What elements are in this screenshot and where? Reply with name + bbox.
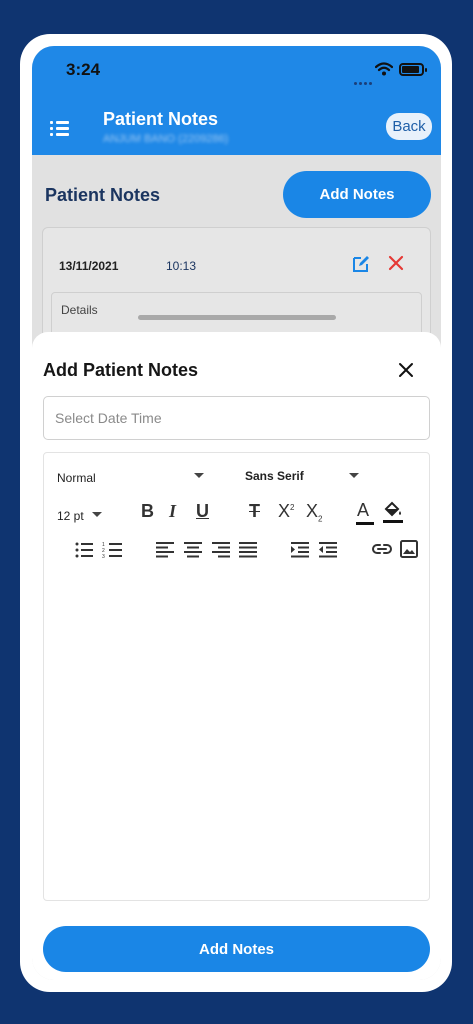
align-left-icon[interactable] (156, 542, 174, 558)
underline-icon[interactable]: U (196, 501, 209, 522)
text-color-bar (356, 522, 374, 525)
outdent-icon[interactable] (319, 542, 337, 558)
app-bar: Patient Notes ANJUM BANO (2209286) Back (32, 106, 441, 155)
app-title: Patient Notes (103, 109, 219, 129)
strikethrough-icon[interactable]: T (249, 501, 260, 522)
align-justify-icon[interactable] (239, 542, 257, 558)
battery-icon (399, 63, 427, 76)
add-notes-button[interactable]: Add Notes (283, 171, 431, 218)
menu-icon[interactable] (50, 118, 72, 140)
format-chevron-icon[interactable] (194, 473, 204, 478)
status-time: 3:24 (66, 60, 101, 79)
add-notes-sheet: Add Patient Notes Normal Sans Serif 12 p… (32, 315, 441, 980)
note-time: 10:13 (166, 259, 197, 273)
status-bar: 3:24 (32, 46, 441, 106)
sheet-drag-handle[interactable] (138, 315, 336, 320)
sheet-title: Add Patient Notes (43, 360, 199, 380)
close-icon[interactable] (398, 362, 414, 378)
signal-icon (354, 72, 374, 90)
size-select[interactable]: 12 pt (57, 509, 84, 523)
page-heading: Patient Notes (45, 185, 161, 205)
wifi-icon (375, 62, 393, 76)
numbered-list-icon[interactable]: 1 2 3 (102, 541, 122, 559)
fill-color-icon[interactable] (382, 499, 404, 525)
patient-name: ANJUM BANO (2209286) (103, 133, 229, 145)
details-label: Details (61, 303, 98, 317)
bold-icon[interactable]: B (141, 501, 154, 522)
font-select[interactable]: Sans Serif (245, 469, 304, 483)
subscript-icon[interactable]: X2 (306, 501, 322, 524)
image-icon[interactable] (400, 540, 418, 558)
note-date: 13/11/2021 (59, 259, 119, 273)
rich-text-editor[interactable]: Normal Sans Serif 12 pt B I U T X2 X2 A (43, 452, 430, 901)
text-color-icon[interactable]: A (357, 500, 369, 521)
indent-icon[interactable] (291, 542, 309, 558)
align-right-icon[interactable] (212, 542, 230, 558)
back-button[interactable]: Back (386, 113, 432, 140)
svg-text:3: 3 (102, 554, 105, 559)
align-center-icon[interactable] (184, 542, 202, 558)
size-chevron-icon[interactable] (92, 512, 102, 517)
superscript-icon[interactable]: X2 (278, 501, 294, 522)
delete-icon[interactable] (388, 255, 404, 271)
bullet-list-icon[interactable] (75, 542, 93, 558)
font-chevron-icon[interactable] (349, 473, 359, 478)
italic-icon[interactable]: I (169, 501, 176, 522)
format-select[interactable]: Normal (57, 471, 96, 485)
link-icon[interactable] (372, 543, 392, 555)
edit-icon[interactable] (351, 254, 371, 274)
date-time-field[interactable] (43, 396, 430, 440)
submit-notes-button[interactable]: Add Notes (43, 926, 430, 972)
phone-screen: 3:24 Patient Notes ANJUM BANO (2209286) … (32, 46, 441, 980)
